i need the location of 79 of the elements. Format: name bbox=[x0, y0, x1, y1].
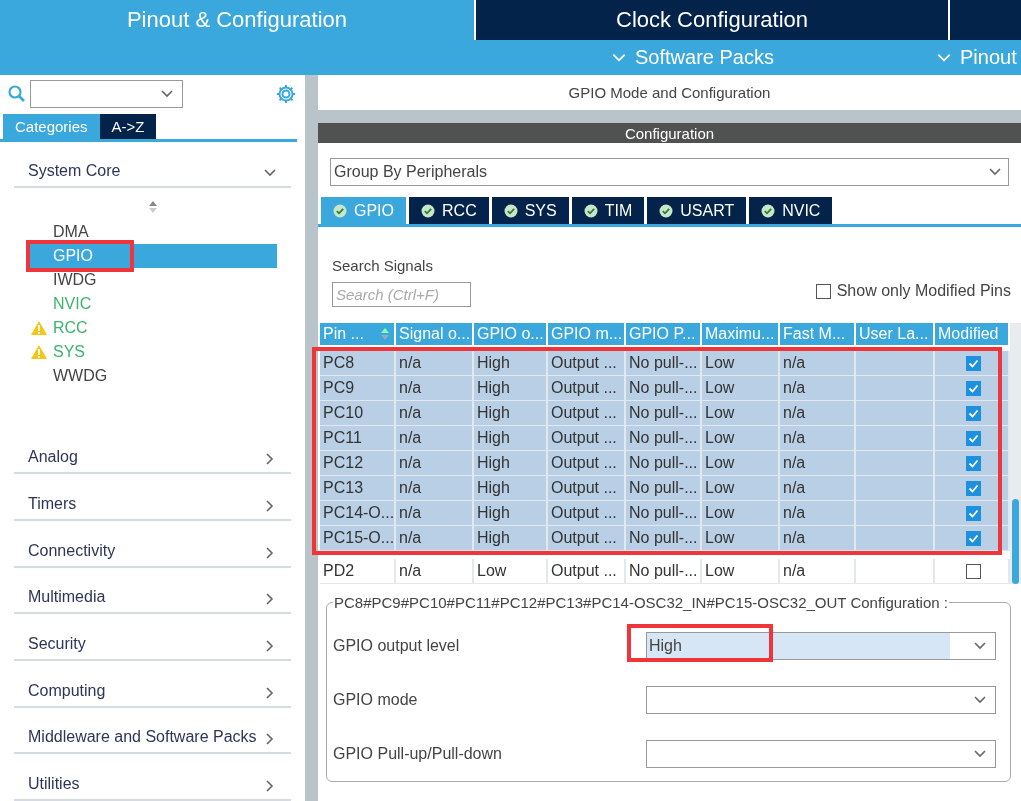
category-header[interactable]: System Core bbox=[14, 142, 291, 188]
table-row[interactable]: PC11 n/a High Output ... No pull-... Low n/a bbox=[320, 426, 1010, 451]
table-row[interactable]: PC13 n/a High Output ... No pull-... Low n/a bbox=[320, 476, 1010, 501]
table-cell: n/a bbox=[396, 526, 474, 550]
splitter[interactable] bbox=[305, 75, 318, 801]
check-circle-icon bbox=[583, 203, 598, 218]
table-cell: n/a bbox=[396, 559, 474, 583]
table-cell: Low bbox=[702, 526, 780, 550]
category-header[interactable]: Analog bbox=[14, 427, 291, 475]
sidebar-item[interactable]: IWDG bbox=[30, 267, 277, 292]
table-cell: PD2 bbox=[320, 559, 396, 583]
table-row[interactable]: PC14-O... n/a High Output ... No pull-... Low n/a bbox=[320, 501, 1010, 526]
check-circle-icon bbox=[659, 203, 674, 218]
sort-icon bbox=[380, 327, 390, 341]
field-label: GPIO mode bbox=[333, 691, 418, 709]
peripheral-tab[interactable]: TIM bbox=[571, 197, 645, 224]
modified-checkbox[interactable] bbox=[965, 380, 981, 396]
sidebar-tab[interactable]: A->Z bbox=[99, 114, 157, 139]
table-cell: No pull-... bbox=[626, 559, 702, 583]
modified-checkbox[interactable] bbox=[965, 505, 981, 521]
peripheral-tab[interactable]: RCC bbox=[409, 197, 489, 224]
table-row[interactable]: PD2 n/a Low Output ... No pull-... Low n/a bbox=[320, 559, 1010, 584]
modified-checkbox[interactable] bbox=[965, 480, 981, 496]
settings-icon[interactable] bbox=[275, 83, 297, 105]
dropdown-field[interactable] bbox=[646, 686, 996, 714]
modified-checkbox[interactable] bbox=[965, 355, 981, 371]
dropdown-field[interactable]: High bbox=[646, 632, 996, 660]
category-header[interactable]: Middleware and Software Packs bbox=[14, 707, 291, 755]
modified-checkbox[interactable] bbox=[965, 455, 981, 471]
category-header[interactable]: Connectivity bbox=[14, 521, 291, 568]
table-cell: Low bbox=[474, 559, 548, 583]
section-title: Configuration bbox=[318, 123, 1021, 143]
sidebar-item[interactable]: DMA bbox=[30, 219, 277, 244]
peripheral-tab[interactable]: NVIC bbox=[749, 197, 833, 224]
table-row[interactable]: PC8 n/a High Output ... No pull-... Low n/a bbox=[320, 351, 1010, 376]
table-cell: Low bbox=[702, 559, 780, 583]
category-header[interactable]: Computing bbox=[14, 661, 291, 708]
search-field[interactable]: Search (Ctrl+F) bbox=[332, 282, 471, 307]
search-label: Search Signals bbox=[332, 257, 434, 274]
modified-checkbox[interactable] bbox=[965, 405, 981, 421]
modified-checkbox[interactable] bbox=[965, 530, 981, 546]
table-cell: PC15-O... bbox=[320, 526, 396, 550]
table-row[interactable]: PC9 n/a High Output ... No pull-... Low n/a bbox=[320, 376, 1010, 401]
group-legend: PC8#PC9#PC10#PC11#PC12#PC13#PC14-OSC32_IN#PC15-OSC32_OUT Configuration : bbox=[333, 594, 949, 611]
category-header[interactable]: Timers bbox=[14, 474, 291, 522]
sort-icon bbox=[147, 199, 158, 214]
dropdown-field[interactable] bbox=[646, 740, 996, 768]
scrollbar[interactable] bbox=[1010, 323, 1021, 584]
warning-icon bbox=[30, 343, 48, 360]
category-header[interactable]: Multimedia bbox=[14, 567, 291, 615]
group-select[interactable]: Group By Peripherals bbox=[330, 158, 1009, 186]
category-header[interactable]: Utilities bbox=[14, 754, 291, 801]
table-cell: Output ... bbox=[548, 559, 626, 583]
peripheral-tab[interactable]: USART bbox=[647, 197, 747, 224]
check-circle-icon bbox=[333, 203, 347, 218]
check-circle-icon bbox=[503, 203, 518, 218]
table-cell: n/a bbox=[780, 526, 856, 550]
header-tab[interactable]: Clock Configuration bbox=[474, 0, 948, 40]
header-tab[interactable] bbox=[948, 0, 1021, 40]
field-label: GPIO output level bbox=[333, 637, 460, 655]
table-cell: Output ... bbox=[548, 526, 626, 550]
table-row[interactable]: PC15-O... n/a High Output ... No pull-... Low n/a bbox=[320, 526, 1010, 551]
table-cell: n/a bbox=[780, 559, 856, 583]
table-cell: No pull-... bbox=[626, 526, 702, 550]
sidebar-item[interactable]: WWDG bbox=[30, 363, 277, 388]
modified-checkbox[interactable] bbox=[965, 430, 981, 446]
peripheral-tab[interactable]: SYS bbox=[491, 197, 569, 224]
search-combo[interactable] bbox=[30, 80, 183, 108]
search-icon bbox=[8, 85, 26, 103]
table-cell: High bbox=[474, 526, 548, 550]
modified-checkbox[interactable] bbox=[965, 563, 981, 579]
table-row[interactable]: PC12 n/a High Output ... No pull-... Low n/a bbox=[320, 451, 1010, 476]
show-modified-checkbox[interactable]: Show only Modified Pins bbox=[815, 282, 1011, 300]
check-circle-icon bbox=[761, 203, 776, 218]
table-row[interactable]: PC10 n/a High Output ... No pull-... Low n/a bbox=[320, 401, 1010, 426]
category-header[interactable]: Security bbox=[14, 614, 291, 661]
check-circle-icon bbox=[421, 203, 435, 218]
field-label: GPIO Pull-up/Pull-down bbox=[333, 745, 502, 763]
warning-icon bbox=[30, 319, 48, 336]
